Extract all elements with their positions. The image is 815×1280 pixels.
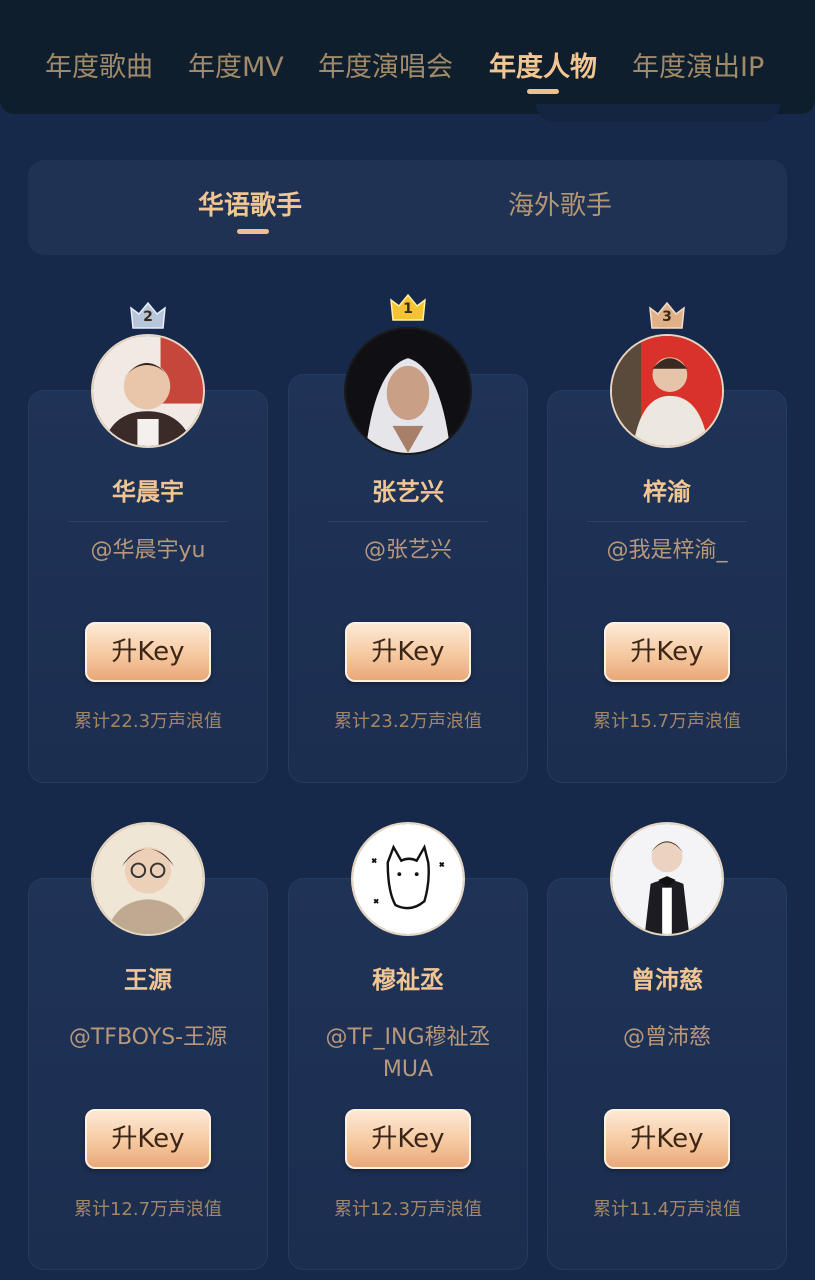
score-text: 累计22.3万声浪值 [73,711,223,732]
singer-name: 王源 [124,966,172,994]
singer-avatar-doodle[interactable] [351,822,465,936]
card-divider [587,521,747,522]
tab-annual-show-ip[interactable]: 年度演出IP [632,48,764,88]
card-divider [328,521,488,522]
score-text: 累计12.3万声浪值 [333,1199,483,1220]
singer-name: 曾沛慈 [631,966,703,994]
upgrade-key-button[interactable]: 升Key [85,622,211,682]
score-text: 累计11.4万声浪值 [592,1199,742,1220]
active-sub-tab-indicator [237,229,269,234]
tab-annual-person[interactable]: 年度人物 [489,48,597,88]
singer-handle[interactable]: @张艺兴 [288,535,528,567]
card-divider [68,521,228,522]
singer-avatar[interactable] [610,822,724,936]
tab-annual-concert[interactable]: 年度演唱会 [318,48,453,88]
singer-name: 张艺兴 [372,478,444,506]
singer-handle[interactable]: @TF_ING穆祉丞MUA [323,1022,493,1086]
upgrade-key-button[interactable]: 升Key [345,622,471,682]
background-panel-edge [536,104,780,122]
singer-avatar[interactable] [91,334,205,448]
top-tab-bar: 年度歌曲 年度MV 年度演唱会 年度人物 年度演出IP [0,0,815,114]
upgrade-key-button[interactable]: 升Key [604,1109,730,1169]
tab-overseas-singers[interactable]: 海外歌手 [508,188,612,224]
tab-annual-song[interactable]: 年度歌曲 [45,48,153,88]
singer-handle[interactable]: @华晨宇yu [28,535,268,567]
singer-name: 穆祉丞 [372,966,444,994]
upgrade-key-button[interactable]: 升Key [345,1109,471,1169]
singer-avatar[interactable] [610,334,724,448]
tab-chinese-singers[interactable]: 华语歌手 [198,188,302,224]
singer-name: 梓渝 [643,478,691,506]
sub-tab-bar: 华语歌手 海外歌手 [28,160,787,255]
singer-handle[interactable]: @TFBOYS-王源 [28,1022,268,1054]
singer-avatar[interactable] [344,327,472,455]
singer-avatar[interactable] [91,822,205,936]
rank-bronze-crown-icon: 3 [648,300,686,330]
score-text: 累计23.2万声浪值 [333,711,483,732]
singer-handle[interactable]: @曾沛慈 [547,1022,787,1054]
upgrade-key-button[interactable]: 升Key [85,1109,211,1169]
rank-silver-crown-icon: 2 [129,300,167,330]
singer-handle[interactable]: @我是梓渝_ [547,535,787,567]
tab-annual-mv[interactable]: 年度MV [188,48,284,88]
upgrade-key-button[interactable]: 升Key [604,622,730,682]
singer-name: 华晨宇 [112,478,184,506]
score-text: 累计12.7万声浪值 [73,1199,223,1220]
score-text: 累计15.7万声浪值 [592,711,742,732]
rank-gold-crown-icon: 1 [389,292,427,322]
active-tab-indicator [527,89,559,94]
